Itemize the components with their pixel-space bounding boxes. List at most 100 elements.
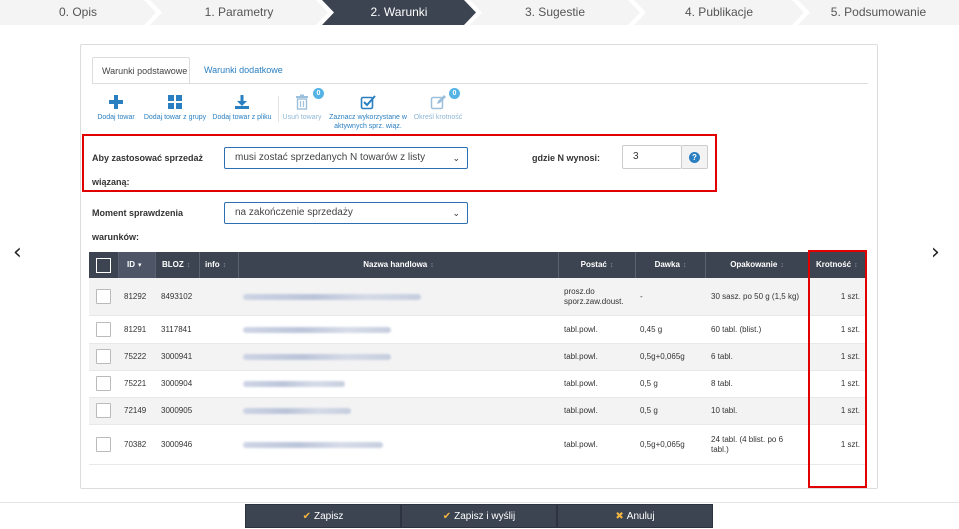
cancel-button[interactable]: ✖ Anuluj xyxy=(557,504,713,528)
row-form: tabl.powl. xyxy=(564,324,598,334)
row-checkbox[interactable] xyxy=(96,376,111,391)
header-name[interactable]: Nazwa handlowa ↕ xyxy=(239,252,559,278)
apply-sale-label-cont: wiązaną: xyxy=(92,177,130,187)
tab-basic-conditions[interactable]: Warunki podstawowe xyxy=(92,57,190,84)
row-multiplicity: 1 szt. xyxy=(840,439,860,449)
save-send-button[interactable]: ✔ Zapisz i wyślij xyxy=(401,504,557,528)
set-multiplicity-button[interactable]: Określ krotność 0 xyxy=(411,88,465,122)
prev-arrow-icon[interactable]: ‹ xyxy=(13,240,22,265)
add-group-button[interactable]: Dodaj towar z grupy xyxy=(142,94,208,122)
header-multiplicity-label: Krotność xyxy=(816,260,852,269)
close-icon: ✖ xyxy=(615,511,624,522)
moment-selected: na zakończenie sprzedaży xyxy=(235,207,353,218)
sort-icon: ↕ xyxy=(430,262,434,269)
add-group-label: Dodaj towar z grupy xyxy=(143,114,207,121)
row-bloz: 3000946 xyxy=(161,439,193,449)
step-opis[interactable]: 0. Opis xyxy=(0,0,156,25)
header-multiplicity[interactable]: Krotność ↕ xyxy=(809,252,867,278)
header-bloz-label: BLOZ xyxy=(162,260,184,269)
step-parametry[interactable]: 1. Parametry xyxy=(150,0,328,25)
row-bloz: 3000904 xyxy=(161,379,193,388)
mark-used-button[interactable]: Zaznacz wykorzystane w aktywnych sprz. w… xyxy=(327,94,409,131)
row-dose: 0,5 g xyxy=(640,379,658,388)
row-multiplicity: 1 szt. xyxy=(840,406,860,415)
mark-used-label-line2: aktywnych sprz. wiąz. xyxy=(334,123,402,130)
header-dose[interactable]: Dawka ↕ xyxy=(636,252,706,278)
save-button[interactable]: ✔ Zapisz xyxy=(245,504,401,528)
next-arrow-icon[interactable]: › xyxy=(931,240,940,265)
check-icon: ✔ xyxy=(302,511,311,522)
row-bloz: 3000905 xyxy=(161,406,193,415)
row-dose: 0,5 g xyxy=(640,406,658,415)
grid-icon xyxy=(168,95,182,109)
step-podsumowanie[interactable]: 5. Podsumowanie xyxy=(798,0,959,25)
sort-icon: ↕ xyxy=(222,262,227,269)
trash-icon xyxy=(296,94,308,110)
download-icon xyxy=(235,95,249,109)
chevron-down-icon: ⌄ xyxy=(452,208,460,218)
set-multiplicity-label: Określ krotność xyxy=(413,114,463,121)
table-row[interactable]: 81291 3117841 tabl.powl. 0,45 g 60 tabl.… xyxy=(89,316,867,344)
remove-products-button[interactable]: Usuń towary 0 xyxy=(281,88,324,122)
row-checkbox[interactable] xyxy=(96,349,111,364)
row-package: 8 tabl. xyxy=(711,379,733,388)
sort-icon: ↕ xyxy=(609,262,614,269)
save-send-label: Zapisz i wyślij xyxy=(454,511,516,522)
row-checkbox[interactable] xyxy=(96,322,111,337)
row-checkbox[interactable] xyxy=(96,437,111,452)
row-id: 75221 xyxy=(124,379,147,388)
remove-products-label: Usuń towary xyxy=(282,114,322,121)
apply-sale-label: Aby zastosować sprzedaż xyxy=(92,153,204,163)
n-value-help-button[interactable]: ? xyxy=(682,145,708,169)
row-form: tabl.powl. xyxy=(564,439,598,449)
row-package: 6 tabl. xyxy=(711,352,733,361)
cancel-label: Anuluj xyxy=(626,511,655,522)
wizard-steps: 0. Opis 1. Parametry 2. Warunki 3. Suges… xyxy=(0,0,959,25)
row-dose: - xyxy=(640,291,643,301)
header-id[interactable]: ID ▾ xyxy=(119,252,156,278)
header-bloz[interactable]: BLOZ ↕ xyxy=(156,252,200,278)
row-form: tabl.powl. xyxy=(564,379,598,388)
step-publikacje[interactable]: 4. Publikacje xyxy=(634,0,804,25)
row-package: 60 tabl. (blist.) xyxy=(711,324,762,334)
table-row[interactable]: 72149 3000905 tabl.powl. 0,5 g 10 tabl. … xyxy=(89,398,867,425)
table-row[interactable]: 81292 8493102 prosz.do sporz.zaw.doust. -… xyxy=(89,278,867,316)
moment-select[interactable]: na zakończenie sprzedaży ⌄ xyxy=(224,202,468,224)
header-form[interactable]: Postać ↕ xyxy=(559,252,636,278)
add-product-button[interactable]: Dodaj towar xyxy=(91,94,141,122)
tab-extra-conditions[interactable]: Warunki dodatkowe xyxy=(195,57,291,84)
moment-label: Moment sprawdzenia xyxy=(92,208,184,218)
apply-sale-select[interactable]: musi zostać sprzedanych N towarów z list… xyxy=(224,147,468,169)
header-package[interactable]: Opakowanie ↕ xyxy=(706,252,809,278)
row-checkbox[interactable] xyxy=(96,289,111,304)
footer-divider xyxy=(0,502,959,503)
row-package: 10 tabl. xyxy=(711,406,738,415)
row-name-redacted xyxy=(243,425,383,464)
row-multiplicity: 1 szt. xyxy=(840,291,860,301)
row-package-line2: tabl.) xyxy=(711,444,729,454)
step-warunki[interactable]: 2. Warunki xyxy=(322,0,476,25)
table-row[interactable]: 70382 3000946 tabl.powl. 0,5g+0,065g 24 … xyxy=(89,425,867,465)
row-name-redacted xyxy=(243,371,345,397)
table-row[interactable]: 75222 3000941 tabl.powl. 0,5g+0,065g 6 t… xyxy=(89,344,867,371)
row-checkbox[interactable] xyxy=(96,403,111,418)
header-info[interactable]: info ↕ xyxy=(200,252,239,278)
row-dose: 0,45 g xyxy=(640,324,663,334)
row-name-redacted xyxy=(243,398,351,424)
add-file-label: Dodaj towar z pliku xyxy=(212,114,272,121)
step-sugestie[interactable]: 3. Sugestie xyxy=(470,0,640,25)
add-file-button[interactable]: Dodaj towar z pliku xyxy=(211,94,273,122)
row-dose: 0,5g+0,065g xyxy=(640,439,685,449)
n-value-input[interactable]: 3 xyxy=(622,145,682,169)
row-bloz: 3117841 xyxy=(161,324,192,334)
moment-label-cont: warunków: xyxy=(92,232,140,242)
row-id: 81292 xyxy=(124,291,147,301)
n-value-label: gdzie N wynosi: xyxy=(532,153,601,163)
row-form: tabl.powl. xyxy=(564,406,598,415)
add-product-label: Dodaj towar xyxy=(97,114,135,121)
sort-icon: ↕ xyxy=(682,262,687,269)
table-row[interactable]: 75221 3000904 tabl.powl. 0,5 g 8 tabl. 1… xyxy=(89,371,867,398)
select-all-checkbox[interactable] xyxy=(96,258,111,273)
row-bloz: 3000941 xyxy=(161,352,193,361)
row-dose: 0,5g+0,065g xyxy=(640,352,685,361)
